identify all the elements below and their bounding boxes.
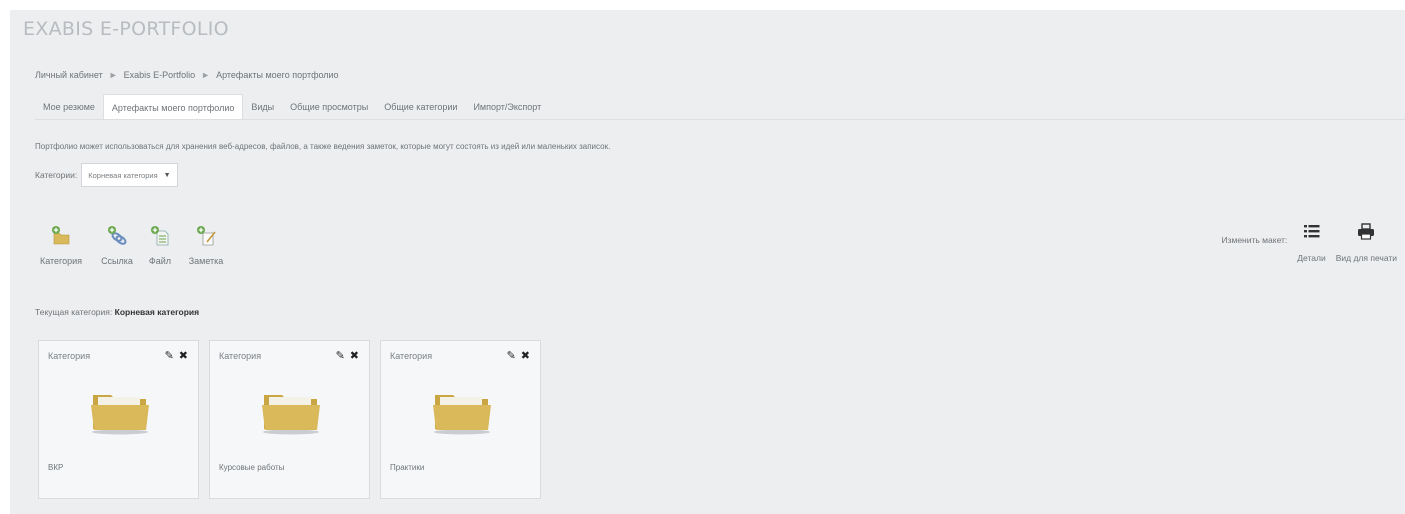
card-actions: ✎ ✖ — [165, 349, 188, 362]
edit-icon[interactable]: ✎ — [507, 349, 516, 362]
tab-bar: Мое резюме Артефакты моего портфолио Вид… — [35, 94, 549, 120]
delete-icon[interactable]: ✖ — [179, 349, 188, 362]
category-select[interactable]: Корневая категория ▼ — [81, 163, 178, 187]
folder-icon — [91, 395, 149, 435]
print-view-button[interactable]: Вид для печати — [1336, 222, 1397, 263]
current-category-label: Текущая категория: — [35, 307, 113, 317]
add-note-button[interactable]: Заметка — [181, 224, 231, 266]
printer-icon — [1358, 223, 1375, 240]
category-card[interactable]: Категория ✎ ✖ ВКР — [38, 340, 199, 499]
layout-toolbar: Изменить макет: Детали Вид для печати — [1221, 222, 1397, 263]
add-link-button[interactable]: Ссылка — [95, 224, 139, 266]
breadcrumb-dashboard[interactable]: Личный кабинет — [35, 70, 103, 80]
breadcrumb: Личный кабинет ► Exabis E-Portfolio ► Ар… — [35, 70, 339, 80]
add-category-button[interactable]: Категория — [33, 224, 89, 266]
print-view-label: Вид для печати — [1335, 253, 1397, 263]
card-actions: ✎ ✖ — [507, 349, 530, 362]
add-link-label: Ссылка — [101, 256, 133, 266]
add-file-icon — [151, 226, 169, 246]
card-type: Категория — [390, 351, 433, 361]
breadcrumb-separator: ► — [201, 70, 211, 80]
add-link-icon — [108, 226, 127, 245]
card-type: Категория — [219, 351, 262, 361]
tab-views[interactable]: Виды — [243, 94, 282, 120]
card-name[interactable]: ВКР — [48, 463, 63, 472]
category-select-value: Корневая категория — [88, 170, 158, 180]
add-file-label: Файл — [148, 256, 172, 266]
card-name[interactable]: Практики — [390, 463, 424, 472]
category-cards: Категория ✎ ✖ ВКР Категория ✎ ✖ Курсовые… — [38, 340, 541, 499]
folder-icon — [433, 395, 491, 435]
category-filter-label: Категории: — [35, 170, 78, 180]
card-name[interactable]: Курсовые работы — [219, 463, 284, 472]
category-card[interactable]: Категория ✎ ✖ Курсовые работы — [209, 340, 370, 499]
tabs-divider — [35, 119, 1405, 120]
caret-down-icon: ▼ — [163, 171, 171, 179]
current-category-value: Корневая категория — [114, 307, 200, 317]
tab-shared-views[interactable]: Общие просмотры — [282, 94, 376, 120]
delete-icon[interactable]: ✖ — [521, 349, 530, 362]
edit-icon[interactable]: ✎ — [336, 349, 345, 362]
breadcrumb-separator: ► — [108, 70, 118, 80]
category-card[interactable]: Категория ✎ ✖ Практики — [380, 340, 541, 499]
details-view-label: Детали — [1297, 253, 1326, 263]
folder-icon — [262, 395, 320, 435]
tab-shared-categories[interactable]: Общие категории — [376, 94, 465, 120]
add-toolbar: Категория Ссылка Файл Заметка — [33, 224, 237, 266]
add-category-label: Категория — [39, 256, 83, 266]
change-layout-label: Изменить макет: — [1221, 235, 1288, 245]
category-filter: Категории: Корневая категория ▼ — [35, 163, 178, 187]
intro-text: Портфолио может использоваться для хране… — [35, 142, 611, 151]
list-icon — [1303, 225, 1319, 238]
details-view-button[interactable]: Детали — [1297, 222, 1326, 263]
edit-icon[interactable]: ✎ — [165, 349, 174, 362]
breadcrumb-artifacts: Артефакты моего портфолио — [216, 70, 339, 80]
card-actions: ✎ ✖ — [336, 349, 359, 362]
card-type: Категория — [48, 351, 91, 361]
add-category-icon — [52, 226, 70, 245]
breadcrumb-eportfolio[interactable]: Exabis E-Portfolio — [124, 70, 196, 80]
tab-artifacts[interactable]: Артефакты моего портфолио — [102, 94, 244, 120]
add-file-button[interactable]: Файл — [145, 224, 175, 266]
app-title: EXABIS E-PORTFOLIO — [23, 18, 229, 40]
tab-import-export[interactable]: Импорт/Экспорт — [465, 94, 549, 120]
add-note-label: Заметка — [188, 256, 224, 266]
delete-icon[interactable]: ✖ — [350, 349, 359, 362]
add-note-icon — [197, 226, 216, 246]
current-category: Текущая категория: Корневая категория — [35, 307, 199, 317]
tab-resume[interactable]: Мое резюме — [35, 94, 103, 120]
